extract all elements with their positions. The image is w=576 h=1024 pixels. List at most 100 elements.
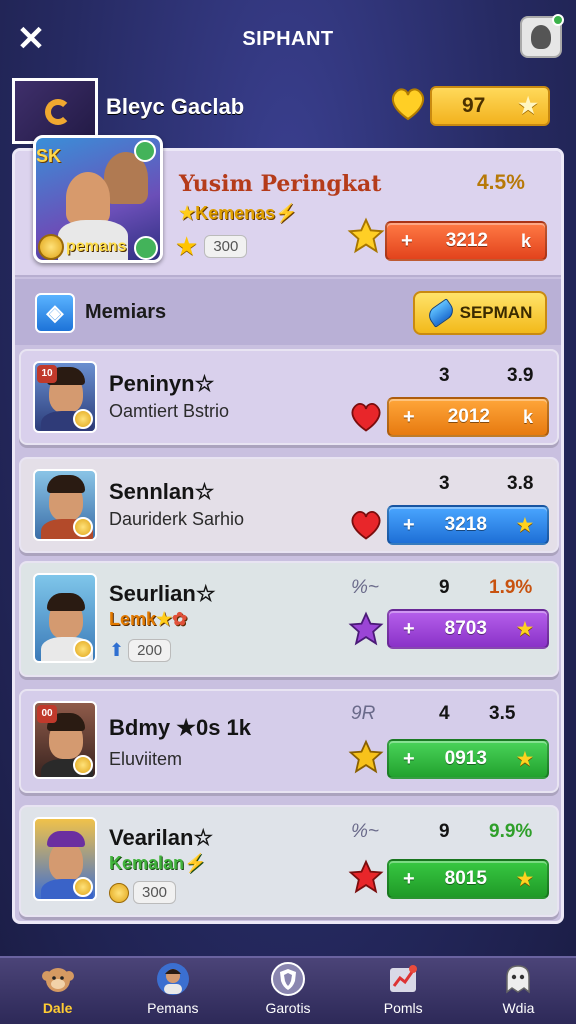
row-mini-value: 300 bbox=[133, 881, 177, 904]
row-stat-1: 9 bbox=[439, 577, 450, 598]
heart-icon bbox=[391, 88, 425, 121]
row-subtitle: Oamtiert Bstrio bbox=[109, 401, 230, 421]
featured-percent: 4.5% bbox=[477, 171, 525, 194]
monkey-icon bbox=[41, 968, 74, 992]
star-icon: ☆ bbox=[194, 479, 215, 504]
row-stat-2: 9.9% bbox=[489, 821, 533, 842]
row-stat-2: 1.9% bbox=[489, 577, 533, 598]
row-name: Bdmy ★0s 1k bbox=[109, 715, 252, 740]
row-value-pill[interactable]: + 0913 ★ bbox=[387, 739, 549, 779]
row-name: Sennlan☆ bbox=[109, 479, 214, 505]
nav-item-dale[interactable]: Dale bbox=[0, 958, 115, 1024]
row-stat-2: 3.9 bbox=[507, 365, 534, 386]
shield-icon bbox=[271, 962, 305, 996]
k-label: k bbox=[522, 406, 533, 427]
row-mini-stat: ⬆ 200 bbox=[109, 639, 172, 662]
star-gem-icon bbox=[348, 859, 384, 894]
feather-icon bbox=[424, 298, 457, 328]
nav-label: Wdia bbox=[502, 1000, 535, 1016]
section-button-label: SEPMAN bbox=[459, 303, 533, 322]
row-subtitle: Eluviitem bbox=[109, 749, 183, 769]
star-icon: ★ bbox=[179, 203, 196, 223]
star-icon: ★ bbox=[516, 868, 533, 889]
featured-subtitle-text: Kemenas bbox=[195, 203, 276, 223]
notification-badge bbox=[552, 14, 564, 26]
heart-gem-icon bbox=[351, 402, 381, 432]
star-icon: ☆ bbox=[194, 371, 215, 396]
nav-label: Pomls bbox=[383, 1000, 423, 1016]
featured-subtitle: ★Kemenas⚡ bbox=[179, 203, 298, 224]
list-item[interactable]: 10 Peninyn☆ Oamtiert Bstrio 3 3.9 + 2012… bbox=[19, 349, 559, 445]
star-icon: ★ bbox=[156, 609, 173, 629]
rank-badge: 10 bbox=[37, 365, 57, 383]
featured-star-value: ★ 300 bbox=[175, 233, 248, 259]
row-pill-value: 8015 bbox=[444, 868, 487, 889]
coin-icon bbox=[73, 517, 93, 537]
row-stat-1: 9 bbox=[439, 821, 450, 842]
chart-icon bbox=[390, 965, 418, 992]
star-icon: ☆ bbox=[193, 825, 214, 850]
nav-item-pomls[interactable]: Pomls bbox=[346, 958, 461, 1024]
star-icon: ★ bbox=[516, 514, 533, 535]
player-icon bbox=[156, 963, 189, 995]
star-icon: ★ bbox=[516, 748, 533, 769]
coin-icon bbox=[73, 877, 93, 897]
arrow-up-icon: ⬆ bbox=[109, 640, 125, 660]
row-mini-stat: 300 bbox=[109, 881, 177, 904]
row-name-text: Peninyn bbox=[109, 371, 195, 396]
star-gem-icon bbox=[348, 611, 384, 646]
row-name: Vearilan☆ bbox=[109, 825, 213, 851]
plus-icon: + bbox=[403, 405, 415, 428]
avatar: 00 bbox=[33, 701, 97, 779]
featured-image: SK pemans bbox=[33, 135, 163, 263]
logo-icon bbox=[45, 99, 71, 125]
lightning-badge-icon bbox=[134, 236, 158, 260]
list-item[interactable]: Seurlian☆ Lemk★✿ ⬆ 200 %~ 9 1.9% + 8703 … bbox=[19, 561, 559, 677]
row-pill-value: 0913 bbox=[444, 748, 487, 769]
members-icon: ◈ bbox=[35, 293, 75, 333]
row-stat-2: 3.8 bbox=[507, 473, 534, 494]
k-label: k bbox=[520, 230, 531, 251]
featured-card[interactable]: SK pemans Yusim Peringkat 4.5% ★Kemenas⚡… bbox=[15, 135, 561, 277]
row-stat-1: 3 bbox=[439, 365, 450, 386]
featured-pill-value: 3212 bbox=[445, 230, 488, 251]
row-value-pill[interactable]: + 8015 ★ bbox=[387, 859, 549, 899]
nav-label: Garotis bbox=[265, 1000, 311, 1016]
lightning-icon: ⚡ bbox=[184, 853, 207, 873]
star-icon: ★ bbox=[516, 618, 533, 639]
avatar bbox=[33, 817, 97, 901]
row-value-pill[interactable]: + 2012 k bbox=[387, 397, 549, 437]
avatar: 10 bbox=[33, 361, 97, 433]
row-stat-faint: %~ bbox=[351, 821, 379, 842]
star-value-pill: 300 bbox=[204, 234, 248, 258]
nav-item-wdia[interactable]: Wdia bbox=[461, 958, 576, 1024]
section-action-button[interactable]: SEPMAN bbox=[413, 291, 547, 335]
list-item[interactable]: Sennlan☆ Dauriderk Sarhio 3 3.8 + 3218 ★ bbox=[19, 457, 559, 553]
featured-image-label: pemans bbox=[66, 238, 127, 255]
page-title: SIPHANT bbox=[242, 28, 334, 50]
row-subtitle-text: Kemalan bbox=[109, 853, 185, 873]
row-pill-value: 2012 bbox=[447, 406, 490, 427]
profile-button[interactable] bbox=[520, 14, 564, 58]
character-figure bbox=[66, 172, 110, 224]
score-pill[interactable]: 97 ★ bbox=[430, 86, 550, 126]
section-label: Memiars bbox=[85, 301, 167, 323]
nav-label: Pemans bbox=[147, 1000, 199, 1016]
star-icon: ★ bbox=[518, 93, 538, 118]
nav-item-garotis[interactable]: Garotis bbox=[230, 958, 345, 1024]
star-gem-icon bbox=[348, 739, 384, 774]
list-item[interactable]: Vearilan☆ Kemalan⚡ 300 %~ 9 9.9% + 8015 … bbox=[19, 805, 559, 917]
featured-value-pill[interactable]: + 3212 k bbox=[385, 221, 547, 261]
row-value-pill[interactable]: + 3218 ★ bbox=[387, 505, 549, 545]
list-item[interactable]: 00 Bdmy ★0s 1k Eluviitem 9R 4 3.5 + 0913… bbox=[19, 689, 559, 793]
avatar bbox=[33, 469, 97, 541]
player-name: Bleyc Gaclab bbox=[106, 94, 245, 119]
row-stat-1: 3 bbox=[439, 473, 450, 494]
star-gem-icon bbox=[347, 217, 385, 254]
avatar bbox=[33, 573, 97, 663]
row-name-text: Sennlan bbox=[109, 479, 195, 504]
row-value-pill[interactable]: + 8703 ★ bbox=[387, 609, 549, 649]
row-name-text: Vearilan bbox=[109, 825, 194, 850]
nav-item-pemans[interactable]: Pemans bbox=[115, 958, 230, 1024]
row-stat-1: 4 bbox=[439, 703, 450, 724]
